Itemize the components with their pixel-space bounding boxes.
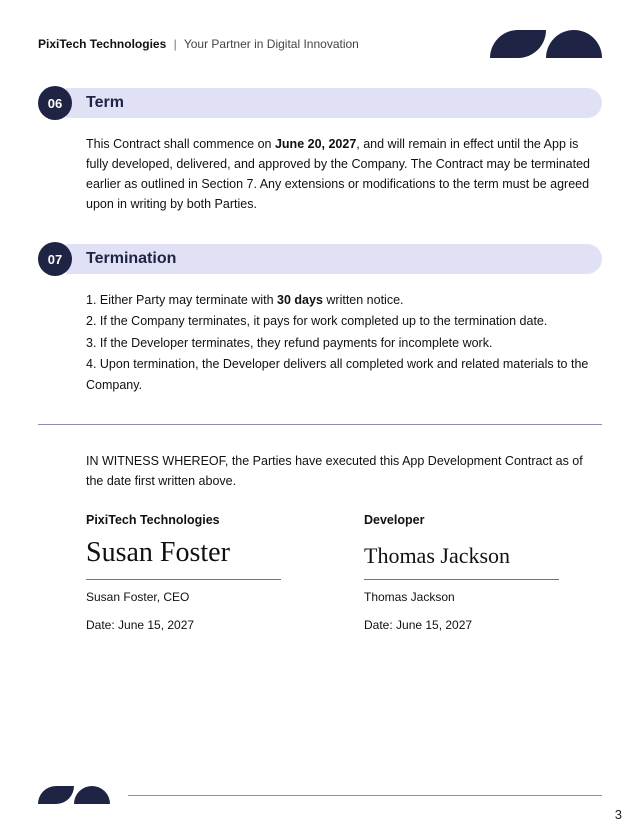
signature-party2: Developer Thomas Jackson Thomas Jackson …	[364, 513, 602, 632]
list-item: 3. If the Developer terminates, they ref…	[86, 333, 602, 354]
signature-row: PixiTech Technologies Susan Foster Susan…	[86, 513, 602, 632]
section-termination: 07 Termination 1. Either Party may termi…	[38, 242, 602, 396]
footer-divider	[128, 795, 602, 796]
party1-date: Date: June 15, 2027	[86, 618, 324, 632]
party1-signature: Susan Foster	[86, 537, 324, 577]
party1-label: PixiTech Technologies	[86, 513, 324, 527]
termination-list: 1. Either Party may terminate with 30 da…	[86, 290, 602, 396]
list-item: 1. Either Party may terminate with 30 da…	[86, 290, 602, 311]
section-term: 06 Term This Contract shall commence on …	[38, 86, 602, 214]
section-heading: 07 Termination	[38, 242, 602, 276]
page-number: 3	[615, 807, 622, 822]
section-title-pill: Termination	[66, 244, 602, 274]
term-body: This Contract shall commence on June 20,…	[86, 134, 594, 214]
header-divider: |	[174, 37, 177, 51]
company-name: PixiTech Technologies	[38, 37, 166, 51]
tagline: Your Partner in Digital Innovation	[184, 37, 359, 51]
party1-name: Susan Foster, CEO	[86, 590, 324, 604]
party2-date: Date: June 15, 2027	[364, 618, 602, 632]
signature-party1: PixiTech Technologies Susan Foster Susan…	[86, 513, 324, 632]
signature-line	[364, 579, 559, 580]
term-date: June 20, 2027	[275, 137, 356, 151]
list-item: 2. If the Company terminates, it pays fo…	[86, 311, 602, 332]
footer-logo-icon	[38, 786, 110, 804]
term-text-pre: This Contract shall commence on	[86, 137, 275, 151]
section-title: Termination	[86, 250, 176, 268]
section-number-badge: 07	[38, 242, 72, 276]
header-text: PixiTech Technologies | Your Partner in …	[38, 37, 359, 51]
footer	[38, 786, 602, 804]
logo-icon	[490, 30, 602, 58]
party2-name: Thomas Jackson	[364, 590, 602, 604]
section-heading: 06 Term	[38, 86, 602, 120]
witness-clause: IN WITNESS WHEREOF, the Parties have exe…	[86, 451, 594, 491]
party2-label: Developer	[364, 513, 602, 527]
signature-line	[86, 579, 281, 580]
section-number-badge: 06	[38, 86, 72, 120]
divider-line	[38, 424, 602, 425]
party2-signature: Thomas Jackson	[364, 537, 602, 577]
list-item: 4. Upon termination, the Developer deliv…	[86, 354, 602, 397]
section-title: Term	[86, 94, 124, 112]
section-title-pill: Term	[66, 88, 602, 118]
header: PixiTech Technologies | Your Partner in …	[38, 30, 602, 58]
